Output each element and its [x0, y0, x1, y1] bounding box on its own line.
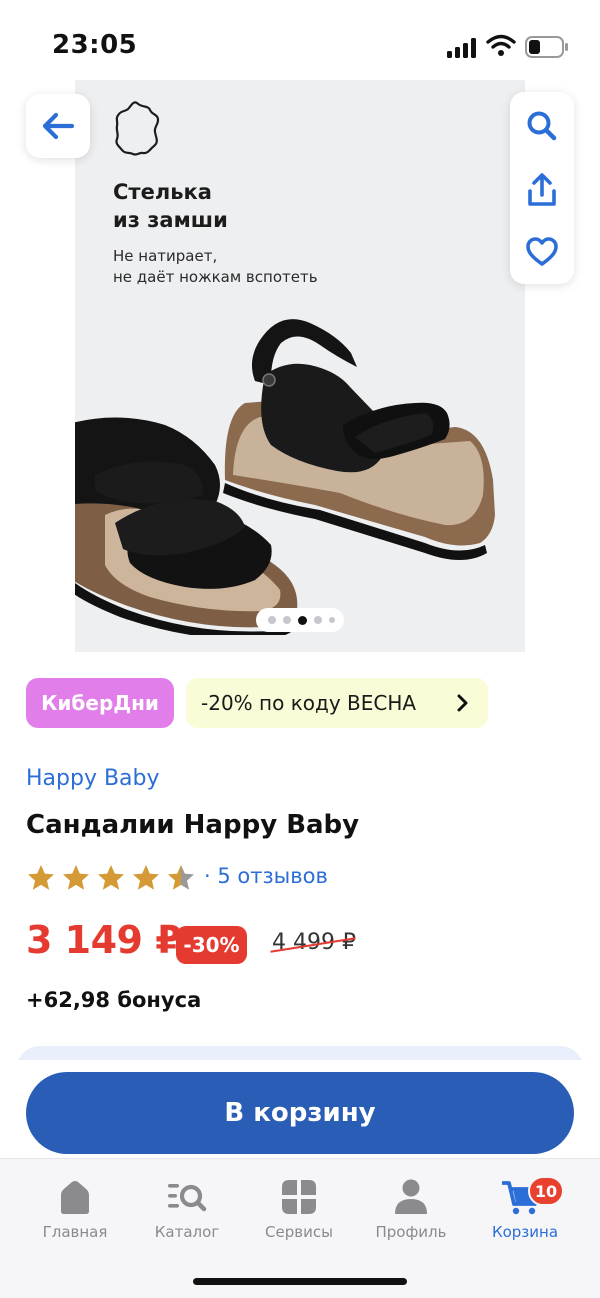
product-title: Сандалии Happy Baby — [26, 810, 360, 840]
search-button[interactable] — [510, 94, 574, 158]
home-icon — [61, 1181, 89, 1214]
promo-title: Стелька из замши — [113, 178, 228, 234]
rating-stars — [28, 865, 194, 890]
gallery-pagination — [256, 608, 344, 632]
tab-label: Главная — [42, 1223, 108, 1241]
tab-label: Каталог — [154, 1223, 220, 1241]
services-grid-icon — [282, 1180, 316, 1214]
promo-title-line: из замши — [113, 208, 228, 232]
pagination-dot[interactable] — [283, 616, 291, 624]
arrow-left-icon — [42, 112, 75, 140]
brand-link[interactable]: Happy Baby — [26, 766, 160, 791]
tab-profile[interactable]: Профиль — [356, 1177, 466, 1247]
tab-home[interactable]: Главная — [20, 1177, 130, 1247]
profile-icon — [395, 1179, 427, 1214]
promo-subtitle-line: Не натирает, — [113, 247, 218, 265]
tab-catalog[interactable]: Каталог — [132, 1177, 242, 1247]
tab-label: Сервисы — [265, 1223, 333, 1241]
bonus-points: +62,98 бонуса — [26, 988, 202, 1012]
current-price: 3 149 ₽ — [26, 918, 182, 962]
cyber-days-chip[interactable]: КиберДни — [26, 678, 174, 728]
favorite-button[interactable] — [510, 220, 574, 284]
star-icon — [98, 865, 124, 890]
share-button[interactable] — [510, 158, 574, 222]
back-button[interactable] — [26, 94, 90, 158]
cellular-signal-icon — [447, 38, 479, 58]
old-price: 4 499 ₽ — [270, 930, 356, 955]
sandal-back — [223, 319, 496, 560]
pagination-dot-active[interactable] — [298, 615, 307, 625]
status-time: 23:05 — [52, 30, 138, 60]
heart-icon — [526, 237, 558, 266]
home-indicator[interactable] — [193, 1278, 407, 1285]
wifi-icon — [486, 34, 516, 56]
bottom-tab-bar: Главная Каталог Сервисы Профиль Корзина — [0, 1158, 600, 1298]
search-icon — [527, 111, 557, 141]
tab-label: Корзина — [491, 1223, 559, 1241]
tab-services[interactable]: Сервисы — [244, 1177, 354, 1247]
product-photo-sandals — [75, 319, 496, 635]
product-actions-panel — [510, 92, 574, 284]
promo-code-chip[interactable]: -20% по коду ВЕСНА — [186, 678, 488, 728]
promo-subtitle-line: не даёт ножкам вспотеть — [113, 268, 318, 286]
tab-label: Профиль — [375, 1223, 447, 1241]
star-half-icon — [168, 865, 194, 890]
promo-subtitle: Не натирает, не даёт ножкам вспотеть — [113, 246, 318, 288]
star-icon — [28, 865, 54, 890]
discount-badge: -30% — [176, 926, 247, 964]
pagination-dot[interactable] — [329, 617, 335, 623]
catalog-search-icon — [168, 1184, 207, 1212]
product-image-gallery[interactable]: Стелька из замши Не натирает, не даёт но… — [75, 80, 525, 652]
pagination-dot[interactable] — [314, 616, 322, 624]
promo-code-label: -20% по коду ВЕСНА — [201, 691, 417, 715]
share-icon — [528, 173, 556, 206]
old-price-value: 4 499 ₽ — [272, 930, 356, 955]
reviews-link[interactable]: · 5 отзывов — [204, 864, 328, 888]
leather-icon — [115, 101, 160, 156]
cart-count-badge: 10 — [528, 1176, 564, 1206]
star-icon — [133, 865, 159, 890]
add-to-cart-button[interactable]: В корзину — [26, 1072, 574, 1154]
pagination-dot[interactable] — [268, 616, 276, 624]
status-bar: 23:05 — [0, 0, 600, 80]
chevron-right-icon — [457, 694, 468, 712]
battery-icon — [525, 36, 568, 58]
product-rating[interactable]: · 5 отзывов — [26, 860, 346, 896]
star-icon — [63, 865, 89, 890]
promo-title-line: Стелька — [113, 180, 212, 204]
